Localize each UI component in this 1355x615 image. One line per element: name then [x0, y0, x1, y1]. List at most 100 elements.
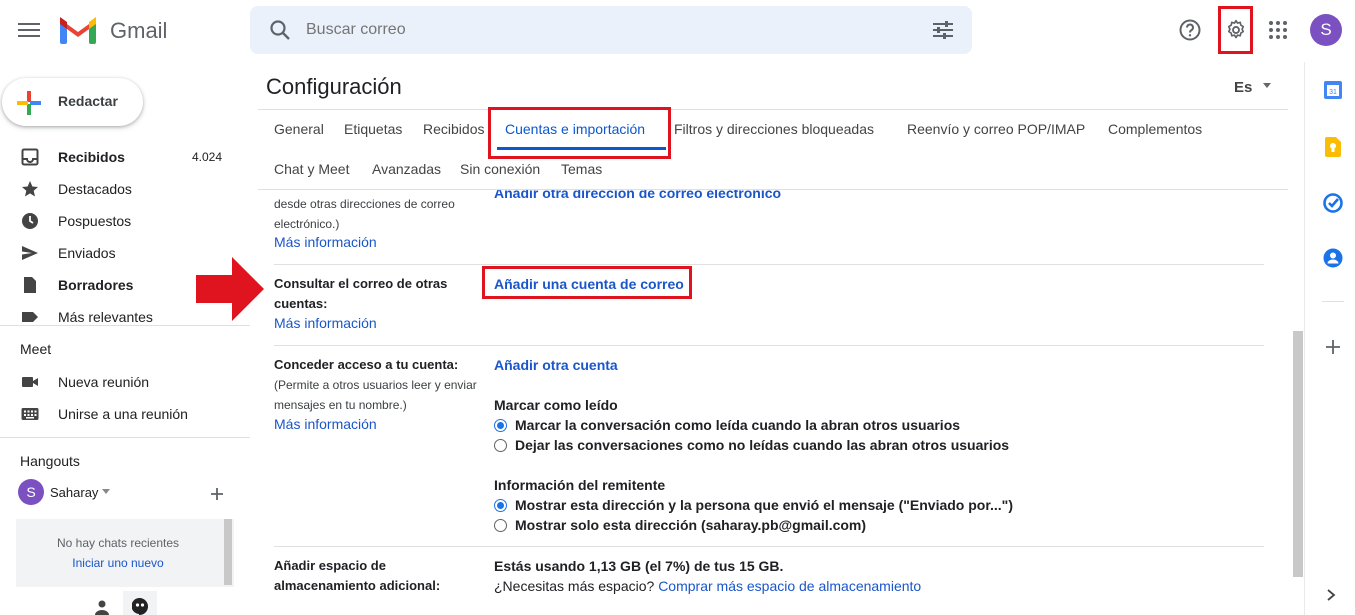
- send-as-desc-line: electrónico.): [274, 217, 340, 231]
- search-bar[interactable]: [250, 6, 972, 54]
- start-chat-link[interactable]: Iniciar uno nuevo: [16, 556, 220, 570]
- star-icon: [22, 181, 38, 197]
- sidebar-item-label: Destacados: [58, 181, 132, 197]
- mark-read-option-2-radio[interactable]: [494, 439, 507, 452]
- tab-offline[interactable]: Sin conexión: [460, 161, 540, 177]
- tab-forwarding[interactable]: Reenvío y correo POP/IMAP: [907, 121, 1085, 137]
- search-icon[interactable]: [268, 18, 292, 42]
- sidebar-item-label: Nueva reunión: [58, 374, 150, 390]
- keyboard-icon: [21, 408, 39, 420]
- add-another-account-link[interactable]: Añadir otra cuenta: [494, 357, 618, 373]
- tab-advanced[interactable]: Avanzadas: [372, 161, 441, 177]
- search-input[interactable]: [306, 18, 906, 42]
- title-divider: [258, 109, 1288, 110]
- page-title: Configuración: [266, 74, 402, 99]
- sidebar-item-starred[interactable]: Destacados: [0, 173, 250, 205]
- help-icon[interactable]: [1178, 18, 1202, 42]
- top-bar: Gmail S: [0, 0, 1355, 62]
- storage-need-more-text: ¿Necesitas más espacio?: [494, 578, 655, 594]
- sender-info-title: Información del remitente: [494, 477, 666, 493]
- hangouts-tab-active[interactable]: [123, 591, 157, 615]
- chats-panel: No hay chats recientes Iniciar uno nuevo: [16, 519, 234, 587]
- tab-themes[interactable]: Temas: [561, 161, 602, 177]
- keep-icon[interactable]: [1324, 137, 1342, 157]
- sender-option-1-radio[interactable]: [494, 499, 507, 512]
- hangouts-user-avatar[interactable]: S: [18, 479, 44, 505]
- send-as-more-info-link[interactable]: Más información: [274, 234, 377, 250]
- tab-accounts-import[interactable]: Cuentas e importación: [505, 121, 645, 137]
- video-camera-icon: [22, 377, 38, 387]
- mark-read-option-2-label[interactable]: Dejar las conversaciones como no leídas …: [515, 437, 1009, 453]
- search-options-icon[interactable]: [932, 20, 954, 40]
- setting-divider: [274, 345, 1264, 346]
- grant-access-label: Conceder acceso a tu cuenta:: [274, 357, 459, 372]
- check-mail-label: Consultar el correo de otras cuentas:: [274, 274, 447, 314]
- mark-read-title: Marcar como leído: [494, 397, 618, 413]
- check-mail-label-line: cuentas:: [274, 296, 328, 311]
- storage-usage: Estás usando 1,13 GB (el 7%) de tus 15 G…: [494, 558, 784, 574]
- no-chats-text: No hay chats recientes: [56, 536, 180, 550]
- tab-filters[interactable]: Filtros y direcciones bloqueadas: [674, 121, 874, 137]
- check-mail-more-info-link[interactable]: Más información: [274, 315, 377, 331]
- contacts-icon[interactable]: [1323, 248, 1343, 268]
- account-avatar[interactable]: S: [1310, 14, 1342, 46]
- tab-chat-meet[interactable]: Chat y Meet: [274, 161, 349, 177]
- hangouts-user-name[interactable]: Saharay: [50, 485, 98, 500]
- active-tab-indicator: [497, 147, 666, 150]
- add-addon-icon[interactable]: [1325, 339, 1341, 355]
- chats-scrollbar[interactable]: [224, 519, 232, 585]
- sidebar-item-label: Enviados: [58, 245, 116, 261]
- tasks-icon[interactable]: [1323, 193, 1343, 213]
- apps-grid-icon[interactable]: [1268, 20, 1288, 40]
- sidebar-item-snoozed[interactable]: Pospuestos: [0, 205, 250, 237]
- grant-access-desc-line: (Permite a otros usuarios leer y enviar: [274, 378, 477, 392]
- sidebar-item-label: Borradores: [58, 277, 134, 293]
- sidebar-item-join-meeting[interactable]: Unirse a una reunión: [0, 398, 250, 430]
- sender-option-2-radio[interactable]: [494, 519, 507, 532]
- sidebar-item-label: Unirse a una reunión: [58, 406, 188, 422]
- compose-button[interactable]: Redactar: [2, 78, 143, 126]
- grant-access-description: (Permite a otros usuarios leer y enviar …: [274, 375, 477, 415]
- main-scrollbar[interactable]: [1293, 331, 1303, 577]
- gear-icon[interactable]: [1225, 19, 1247, 41]
- person-icon[interactable]: [94, 599, 110, 615]
- side-panel-separator: [1322, 301, 1344, 302]
- unread-count: 4.024: [191, 150, 222, 164]
- sender-option-1-label[interactable]: Mostrar esta dirección y la persona que …: [515, 497, 1013, 513]
- language-selector[interactable]: Es: [1234, 79, 1271, 96]
- storage-label: Añadir espacio de almacenamiento adicion…: [274, 556, 440, 596]
- chevron-right-icon[interactable]: [1326, 589, 1336, 601]
- hangouts-section-title: Hangouts: [20, 453, 80, 469]
- gmail-logo-icon[interactable]: [59, 16, 97, 44]
- sidebar-item-label: Más relevantes: [58, 309, 153, 325]
- add-chat-icon[interactable]: [210, 487, 224, 501]
- sidebar-item-inbox[interactable]: Recibidos 4.024: [0, 141, 250, 173]
- mark-read-option-1-radio[interactable]: [494, 419, 507, 432]
- sidebar-item-new-meeting[interactable]: Nueva reunión: [0, 366, 250, 398]
- chevron-down-icon[interactable]: [102, 489, 110, 494]
- send-icon: [22, 246, 38, 260]
- storage-need-more: ¿Necesitas más espacio? Comprar más espa…: [494, 578, 921, 594]
- buy-storage-link[interactable]: Comprar más espacio de almacenamiento: [658, 578, 921, 594]
- language-label: Es: [1234, 79, 1253, 96]
- sidebar-item-label: Pospuestos: [58, 213, 132, 229]
- tab-general[interactable]: General: [274, 121, 324, 137]
- send-as-desc-line: desde otras direcciones de correo: [274, 197, 455, 211]
- grant-access-more-info-link[interactable]: Más información: [274, 416, 377, 432]
- settings-button-highlight[interactable]: [1218, 6, 1253, 54]
- side-panel-divider: [1304, 62, 1305, 615]
- sidebar-divider: [0, 437, 250, 438]
- compose-plus-icon: [17, 91, 41, 115]
- label-important-icon: [22, 312, 38, 322]
- add-mail-account-link[interactable]: Añadir una cuenta de correo: [494, 276, 684, 292]
- mark-read-option-1-label[interactable]: Marcar la conversación como leída cuando…: [515, 417, 960, 433]
- add-email-address-link[interactable]: Añadir otra dirección de correo electrón…: [494, 190, 781, 201]
- tab-labels[interactable]: Etiquetas: [344, 121, 402, 137]
- main-menu-button[interactable]: [18, 20, 40, 40]
- sender-option-2-label[interactable]: Mostrar solo esta dirección (saharay.pb@…: [515, 517, 866, 533]
- tab-inbox[interactable]: Recibidos: [423, 121, 484, 137]
- chevron-down-icon: [1262, 83, 1271, 88]
- tab-addons[interactable]: Complementos: [1108, 121, 1202, 137]
- setting-divider: [274, 264, 1264, 265]
- calendar-icon[interactable]: 31: [1323, 80, 1343, 100]
